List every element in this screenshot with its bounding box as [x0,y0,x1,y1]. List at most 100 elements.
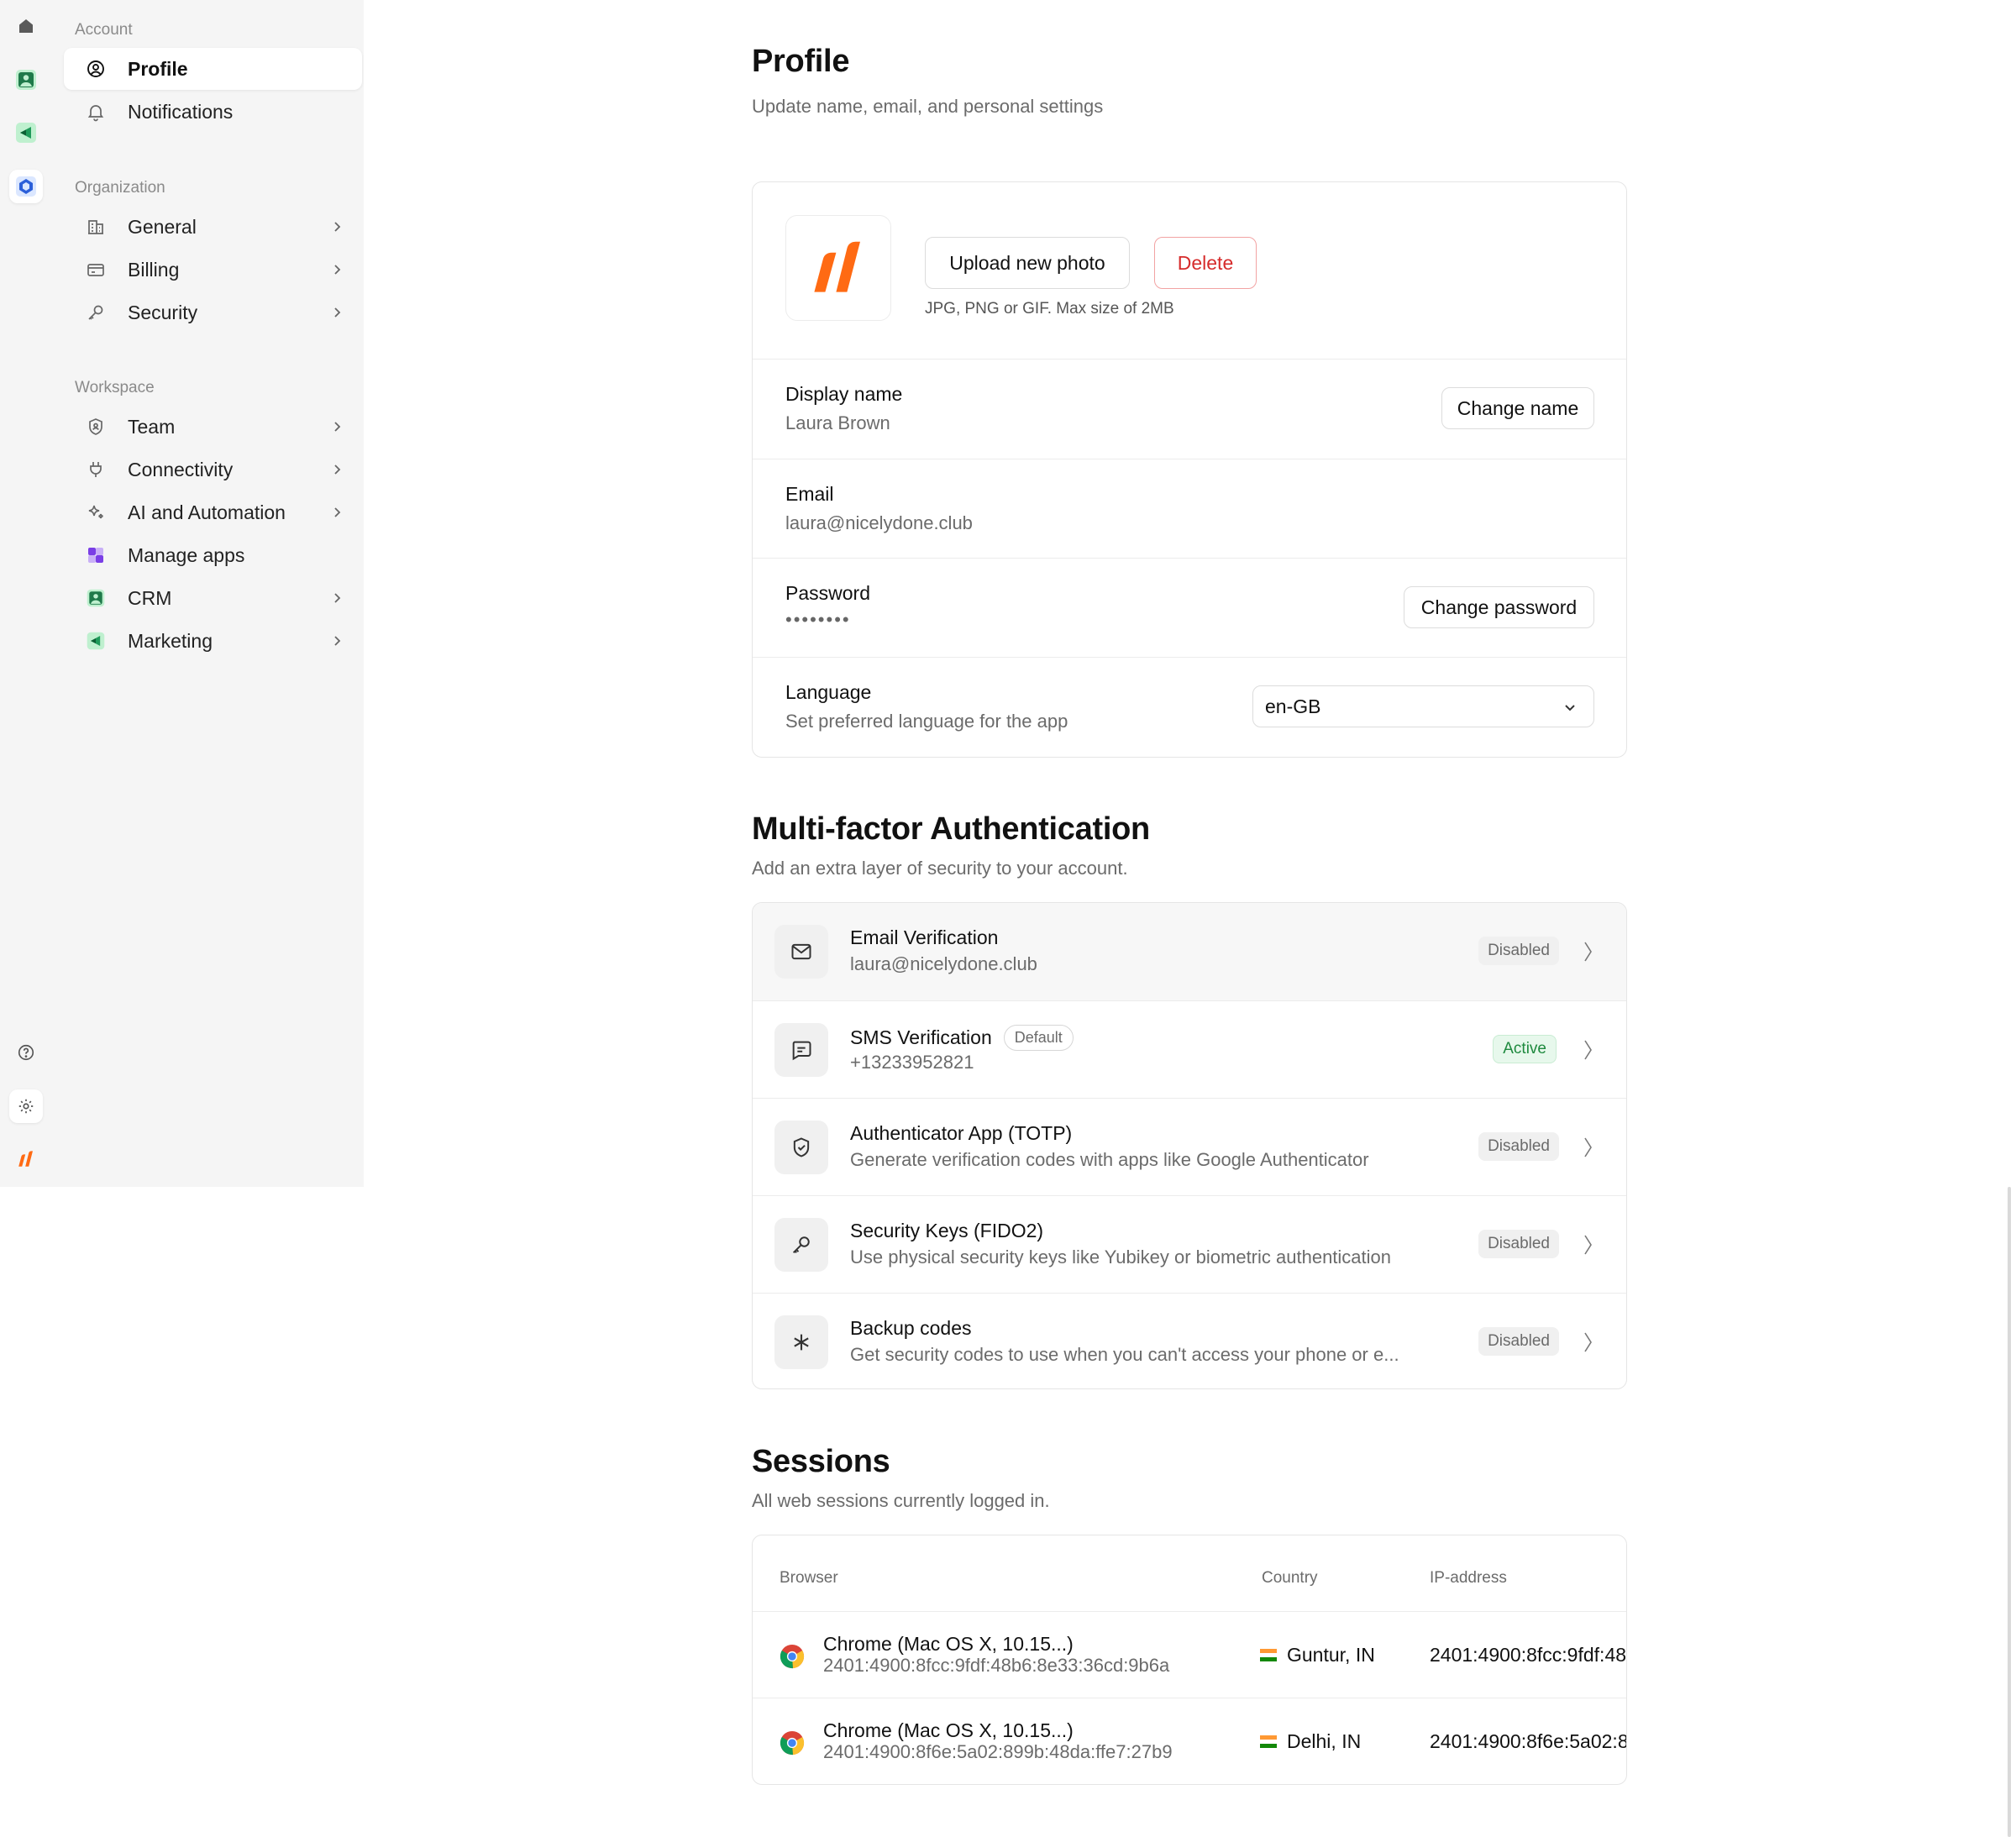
security-app-icon[interactable] [9,170,43,203]
status-badge: Disabled [1478,1327,1559,1356]
chrome-icon [780,1730,805,1756]
status-badge: Disabled [1478,1230,1559,1258]
mfa-row-fido2[interactable]: Security Keys (FIDO2) Use physical secur… [753,1195,1626,1293]
help-icon[interactable] [9,1036,43,1069]
mfa-title-totp: Authenticator App (TOTP) [850,1122,1072,1145]
apps-icon [88,548,103,563]
chevron-right-icon [334,507,341,517]
shield-check-icon [774,1121,828,1174]
language-select[interactable]: en-GB [1252,685,1594,727]
scrollbar[interactable] [2008,1187,2011,1837]
shield-icon [89,418,102,435]
plug-icon [90,462,102,477]
marketing-app-icon [87,632,105,650]
key-icon [88,305,103,320]
display-name-row: Display name Laura Brown Change name [753,359,1626,459]
language-select-value: en-GB [1265,695,1321,717]
photo-hint: JPG, PNG or GIF. Max size of 2MB [925,300,1174,318]
session-ip: 2401:4900:8f6e:5a02:899b:48da:ffe7:27b9 [1430,1730,1626,1752]
session-country-label: Delhi, IN [1287,1730,1362,1752]
sidebar-item-security[interactable]: Security [64,291,362,333]
sessions-subtitle: All web sessions currently logged in. [752,1490,1050,1511]
status-badge: Disabled [1478,937,1559,965]
message-icon [774,1023,828,1077]
sidebar-item-manage-apps[interactable]: Manage apps [64,534,362,576]
chevron-right-icon [334,464,341,475]
sessions-table: Browser Country IP-address Chrome (Mac O… [752,1535,1627,1785]
mfa-title-backup: Backup codes [850,1317,971,1340]
chevron-right-icon [1584,1137,1592,1157]
sidebar-item-crm[interactable]: CRM [64,577,362,619]
mfa-sub-fido2: Use physical security keys like Yubikey … [850,1247,1392,1268]
brand-logo-icon[interactable] [9,1142,43,1176]
column-header-browser: Browser [780,1569,838,1587]
sidebar-item-notifications[interactable]: Notifications [64,91,362,133]
table-row[interactable]: Chrome (Mac OS X, 10.15...) 2401:4900:8f… [753,1611,1626,1698]
mfa-sub-sms: +13233952821 [850,1052,974,1073]
mfa-method-name: Authenticator App (TOTP) [850,1122,1073,1144]
session-country: Guntur, IN [1260,1644,1375,1666]
user-circle-icon [87,60,104,77]
column-header-country: Country [1262,1569,1318,1587]
delete-photo-button[interactable]: Delete [1154,237,1257,289]
password-value: •••••••• [785,609,851,630]
mfa-method-name: Backup codes [850,1317,972,1339]
building-icon [88,220,103,234]
sparkle-icon [88,505,103,519]
sidebar-item-general[interactable]: General [64,206,362,248]
mfa-method-name: Email Verification [850,926,999,948]
sidebar-item-ai-automation[interactable]: AI and Automation [64,491,362,533]
asterisk-icon [774,1315,828,1369]
change-name-button[interactable]: Change name [1441,387,1594,429]
change-password-button[interactable]: Change password [1404,586,1594,628]
sidebar-item-label: Profile [128,57,188,80]
mfa-card: Email Verification laura@nicelydone.club… [752,902,1627,1389]
sidebar-item-billing[interactable]: Billing [64,249,362,291]
settings-sidebar: Account Profile Notifications Organizati… [52,0,364,1187]
chevron-right-icon [334,265,341,275]
mfa-row-email[interactable]: Email Verification laura@nicelydone.club… [753,903,1626,1000]
chevron-right-icon [334,307,341,318]
password-label: Password [785,582,870,604]
chrome-icon [780,1644,805,1669]
sidebar-item-profile[interactable]: Profile [64,48,362,90]
column-header-ip: IP-address [1430,1569,1507,1587]
email-row: Email laura@nicelydone.club [753,459,1626,558]
display-name-label: Display name [785,383,903,405]
mfa-row-totp[interactable]: Authenticator App (TOTP) Generate verifi… [753,1098,1626,1195]
table-row[interactable]: Chrome (Mac OS X, 10.15...) 2401:4900:8f… [753,1698,1626,1784]
sidebar-item-label: Manage apps [128,543,245,566]
mfa-title: Multi-factor Authentication [752,811,1150,847]
mfa-sub-backup: Get security codes to use when you can't… [850,1344,1399,1365]
crm-app-icon[interactable] [9,63,43,97]
sessions-title: Sessions [752,1444,890,1479]
session-browser: Chrome (Mac OS X, 10.15...) [823,1719,1074,1741]
settings-icon[interactable] [9,1089,43,1123]
sidebar-item-label: CRM [128,586,172,609]
sidebar-item-label: Security [128,301,198,323]
page-subtitle: Update name, email, and personal setting… [752,96,1104,117]
sidebar-item-marketing[interactable]: Marketing [64,620,362,662]
sidebar-item-label: Marketing [128,629,213,652]
mfa-sub-email: laura@nicelydone.club [850,953,1037,974]
marketing-app-icon[interactable] [9,116,43,150]
page-title: Profile [752,44,850,79]
mfa-row-backup-codes[interactable]: Backup codes Get security codes to use w… [753,1293,1626,1388]
status-badge: Disabled [1478,1132,1559,1161]
chevron-down-icon [1565,705,1575,711]
home-icon[interactable] [9,9,43,43]
india-flag-icon [1260,1649,1277,1661]
mfa-row-sms[interactable]: SMS Verification Default +13233952821 Ac… [753,1000,1626,1098]
sidebar-item-team[interactable]: Team [64,406,362,448]
upload-photo-button[interactable]: Upload new photo [925,237,1130,289]
key-icon [774,1218,828,1272]
mfa-title-sms: SMS Verification Default [850,1025,1074,1051]
mfa-sub-totp: Generate verification codes with apps li… [850,1149,1369,1170]
sidebar-item-label: Notifications [128,100,234,123]
sidebar-item-connectivity[interactable]: Connectivity [64,449,362,491]
chevron-right-icon [334,593,341,603]
chevron-right-icon [1584,942,1592,962]
session-country: Delhi, IN [1260,1730,1361,1753]
chevron-right-icon [334,222,341,232]
session-ip-sub: 2401:4900:8f6e:5a02:899b:48da:ffe7:27b9 [823,1741,1173,1762]
